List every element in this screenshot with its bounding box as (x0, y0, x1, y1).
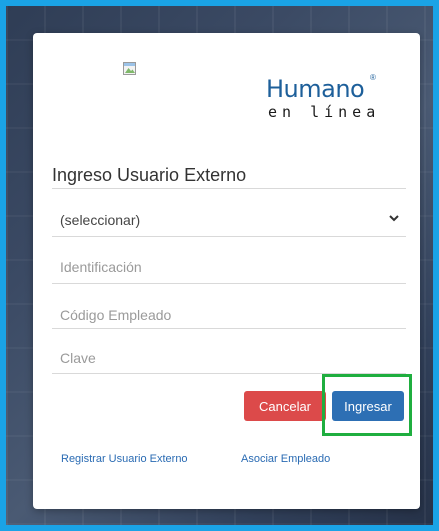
password-input[interactable]: Clave (52, 346, 406, 370)
logo-tagline: en línea (268, 103, 381, 121)
chevron-down-icon (389, 215, 399, 222)
password-underline (52, 373, 406, 374)
identification-placeholder: Identificación (60, 259, 142, 275)
humano-logo: Humano ® en línea (266, 73, 396, 131)
submit-button[interactable]: Ingresar (332, 391, 404, 421)
register-external-user-link[interactable]: Registrar Usuario Externo (61, 453, 188, 465)
identification-underline (52, 283, 406, 284)
login-card: Humano ® en línea Ingreso Usuario Extern… (33, 33, 420, 509)
employee-code-placeholder: Código Empleado (60, 307, 172, 323)
employee-code-input[interactable]: Código Empleado (52, 303, 406, 327)
password-placeholder: Clave (60, 350, 96, 366)
document-type-value: (seleccionar) (60, 212, 141, 228)
cancel-button[interactable]: Cancelar (244, 391, 326, 421)
form-title: Ingreso Usuario Externo (52, 165, 247, 185)
associate-employee-link[interactable]: Asociar Empleado (241, 453, 330, 465)
broken-image-icon (123, 62, 136, 75)
title-divider (52, 188, 406, 189)
logo-registered-mark: ® (370, 73, 376, 82)
logo-brand: Humano (266, 75, 365, 103)
identification-input[interactable]: Identificación (52, 255, 406, 279)
employee-code-underline (52, 328, 406, 329)
select-underline (52, 236, 406, 237)
document-type-select[interactable]: (seleccionar) (52, 209, 406, 231)
